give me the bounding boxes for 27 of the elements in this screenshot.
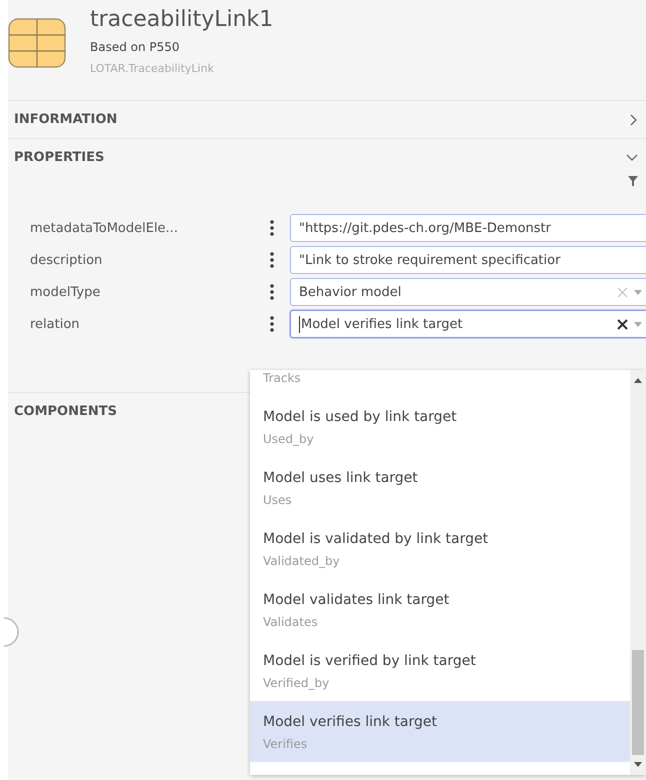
section-title[interactable]: COMPONENTS bbox=[14, 404, 117, 419]
chevron-right-icon[interactable] bbox=[630, 114, 638, 126]
scroll-down-icon[interactable] bbox=[634, 762, 642, 767]
section-title[interactable]: PROPERTIES bbox=[14, 150, 104, 165]
dropdown-option[interactable]: Model uses link target Uses bbox=[250, 457, 630, 518]
section-title[interactable]: INFORMATION bbox=[14, 112, 118, 127]
dropdown-option[interactable]: Model validates link target Validates bbox=[250, 579, 630, 640]
dropdown-option[interactable]: Model verifies link target Verifies bbox=[250, 701, 630, 762]
property-name: description bbox=[29, 252, 104, 268]
scroll-up-icon[interactable] bbox=[634, 378, 642, 383]
close-icon[interactable] bbox=[617, 318, 628, 330]
scrollbar-thumb[interactable] bbox=[632, 650, 644, 755]
property-name: metadataToModelEle... bbox=[29, 220, 179, 236]
element-type: LOTAR.TraceabilityLink bbox=[90, 62, 215, 75]
dropdown-option[interactable]: Model is used by link target Used_by bbox=[250, 396, 630, 457]
property-name: relation bbox=[29, 316, 81, 332]
element-title: traceabilityLink1 bbox=[90, 6, 274, 34]
dropdown-option[interactable]: Model is validated by link target Validated_by bbox=[250, 518, 630, 579]
input-field[interactable]: "https://git.pdes-ch.org/MBE-Demonstr bbox=[290, 214, 646, 242]
table-icon bbox=[8, 18, 66, 68]
filter-icon[interactable] bbox=[628, 176, 638, 186]
dropdown-option[interactable]: Model is verified by link target Verified_by bbox=[250, 640, 630, 701]
element-subtitle: Based on P550 bbox=[90, 40, 181, 54]
chevron-down-icon[interactable] bbox=[626, 154, 638, 162]
input-field[interactable]: "Link to stroke requirement specificatior bbox=[290, 246, 646, 274]
property-name: modelType bbox=[29, 284, 102, 300]
select-field[interactable]: Model verifies link target bbox=[290, 310, 646, 338]
